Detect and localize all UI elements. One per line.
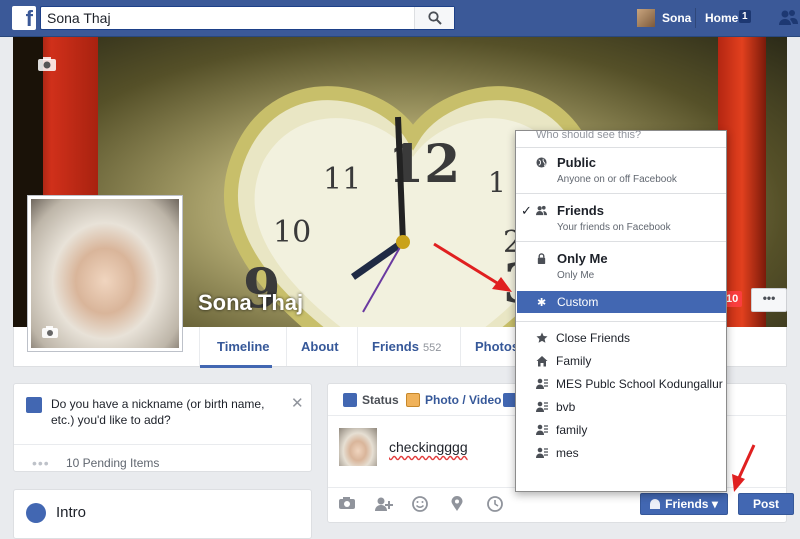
nav-divider [286,327,287,366]
active-tab-indicator [200,365,272,368]
tab-photos[interactable]: Photos [475,339,519,354]
tag-friends-icon[interactable] [374,496,394,512]
globe-icon [26,503,46,523]
audience-label: Friends ▾ [665,497,718,511]
list-icon [536,401,548,412]
list-title: Family [556,354,592,368]
star-icon [536,332,548,343]
facebook-logo-icon[interactable]: f [12,6,36,31]
topbar-divider [695,8,696,28]
nav-divider [199,327,200,366]
photo-icon [406,393,420,407]
list-title: mes [556,446,579,460]
top-navigation-bar: f Sona Home 1 [0,0,800,37]
svg-text:10: 10 [273,215,311,250]
privacy-option-custom[interactable]: ✱ Custom [517,291,726,313]
dropdown-divider [516,241,726,242]
nav-divider [460,327,461,366]
house-icon [536,356,548,367]
composer-avatar [339,428,377,466]
tab-photo-video-label: Photo / Video [425,393,502,407]
lock-icon [537,253,546,264]
intro-card: Intro [13,489,312,539]
option-title: Custom [557,295,599,309]
option-subtitle: Anyone on or off Facebook [557,174,677,185]
list-title: bvb [556,400,576,414]
search-input[interactable] [41,7,411,29]
privacy-dropdown-menu: Who should see this? Public Anyone on or… [515,130,727,492]
clock-icon[interactable] [487,496,503,512]
more-options-button[interactable]: ••• [751,288,787,312]
home-link[interactable]: Home [705,11,738,25]
nav-divider [357,327,358,366]
list-title: MES Publc School Kodungallur T... [556,377,727,391]
audience-selector-button[interactable]: Friends ▾ [640,493,728,515]
dropdown-divider [516,321,726,322]
friend-requests-icon[interactable] [778,9,798,27]
dropdown-divider [516,193,726,194]
tab-photo-video[interactable]: Photo / Video [406,393,501,407]
camera-icon[interactable] [338,496,356,510]
search-icon [428,11,442,25]
option-title: Only Me [557,251,608,266]
pencil-icon [343,393,357,407]
checkmark-icon: ✓ [521,203,532,218]
svg-text:1: 1 [488,166,506,199]
close-icon[interactable]: ✕ [291,394,304,412]
status-text-input[interactable]: checkingggg [389,439,468,455]
profile-photo-image [31,199,179,348]
option-title: Friends [557,203,604,218]
privacy-option-public[interactable]: Public Anyone on or off Facebook [516,155,726,195]
privacy-option-friends[interactable]: ✓ Friends Your friends on Facebook [516,203,726,243]
home-count-badge: 1 [739,10,751,23]
list-title: family [556,423,588,437]
intro-title: Intro [56,504,87,521]
option-subtitle: Only Me [557,270,595,281]
friends-audience-icon [650,499,661,509]
post-button[interactable]: Post [738,493,794,515]
dropdown-divider [516,147,726,148]
tab-timeline[interactable]: Timeline [217,339,270,354]
list-icon [536,424,548,435]
tab-about[interactable]: About [301,339,339,354]
profile-picture[interactable] [27,195,183,352]
facebook-logo-letter: f [25,6,33,31]
tab-status-label: Status [362,393,399,407]
friends-icon [536,205,547,216]
dropdown-header: Who should see this? [536,130,642,141]
card-divider [14,444,311,445]
globe-icon [536,157,547,168]
list-title: Close Friends [556,331,631,345]
pending-items-link[interactable]: 10 Pending Items [66,456,159,470]
profile-name[interactable]: Sona Thaj [198,290,303,316]
search-button[interactable] [414,7,454,29]
privacy-option-only-me[interactable]: Only Me Only Me [516,251,726,291]
search-box [40,6,455,30]
tab-friends[interactable]: Friends 552 [372,339,441,354]
tab-status[interactable]: Status [343,393,399,407]
update-cover-camera-icon[interactable] [37,56,57,72]
nickname-prompt-text[interactable]: Do you have a nickname (or birth name, e… [51,396,286,428]
option-subtitle: Your friends on Facebook [557,222,671,233]
user-avatar[interactable] [637,9,655,27]
tab-friends-label: Friends [372,339,419,354]
location-pin-icon[interactable] [451,496,463,512]
feeling-emoji-icon[interactable] [412,496,428,512]
list-icon [536,447,548,458]
svg-text:11: 11 [323,162,361,197]
friends-count: 552 [422,342,442,354]
update-profile-picture-camera-icon[interactable] [41,325,59,339]
nickname-prompt-card: Do you have a nickname (or birth name, e… [13,383,312,472]
school-list-icon [536,378,548,389]
gear-icon: ✱ [537,297,547,309]
friends-prompt-icon [26,397,42,413]
option-title: Public [557,155,597,170]
user-name-link[interactable]: Sona [662,11,691,25]
pending-dots-icon: ••• [32,455,50,471]
